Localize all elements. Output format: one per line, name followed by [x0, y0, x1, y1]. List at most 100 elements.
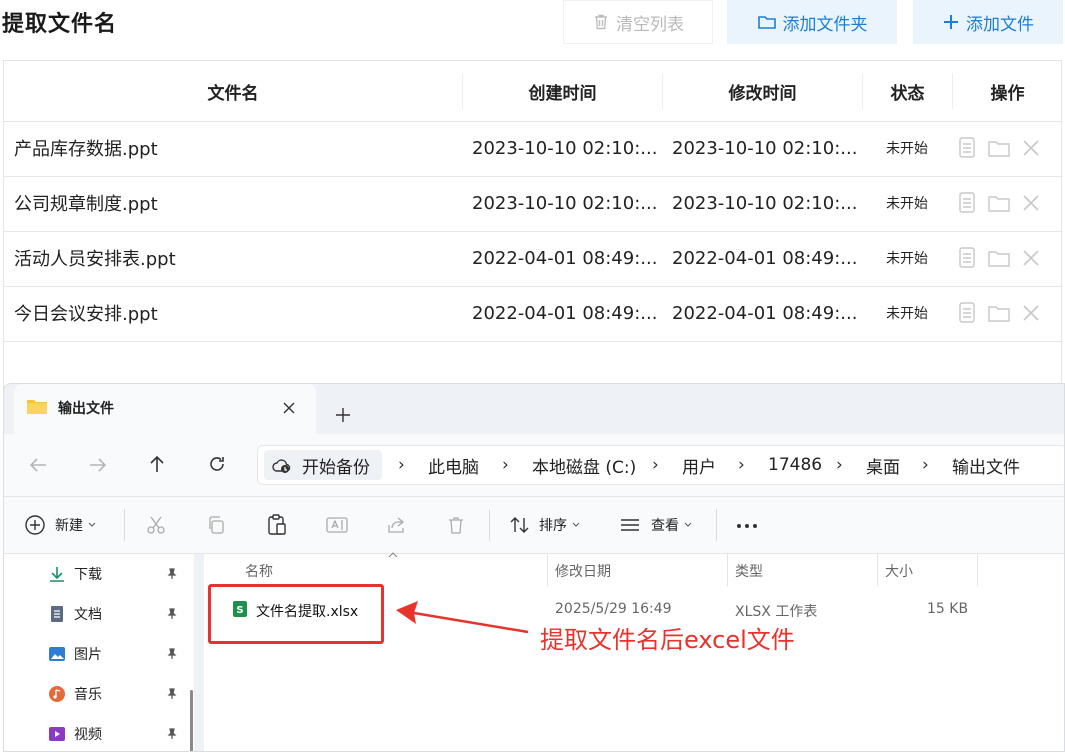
- sort-caret-icon: [388, 552, 398, 558]
- navigation-pane: 下载 文档 图片 音乐 视频: [4, 554, 194, 751]
- sidebar-scrollbar[interactable]: [190, 690, 193, 751]
- sidebar-item-documents[interactable]: 文档: [48, 602, 102, 626]
- close-icon[interactable]: [1021, 303, 1041, 323]
- trash-icon: [595, 14, 607, 30]
- close-icon[interactable]: [1021, 138, 1041, 158]
- row-actions: [957, 231, 1041, 285]
- pin-icon[interactable]: [166, 648, 178, 660]
- pin-icon[interactable]: [166, 728, 178, 740]
- delete-icon[interactable]: [446, 515, 466, 535]
- sidebar-item-label: 文档: [74, 607, 102, 623]
- toolbar-divider: [716, 509, 717, 541]
- close-icon[interactable]: [282, 401, 296, 415]
- forward-arrow-icon[interactable]: [88, 456, 108, 474]
- music-icon: [49, 686, 65, 702]
- breadcrumb-item[interactable]: 输出文件: [952, 446, 1020, 484]
- sidebar-item-pictures[interactable]: 图片: [48, 642, 102, 666]
- document-icon[interactable]: [957, 302, 977, 324]
- new-tab-icon[interactable]: [336, 408, 350, 422]
- sort-button[interactable]: 排序: [510, 497, 580, 553]
- chevron-right-icon: ›: [738, 455, 745, 475]
- document-icon[interactable]: [957, 247, 977, 269]
- add-folder-label: 添加文件夹: [782, 14, 868, 35]
- paste-icon[interactable]: [266, 513, 288, 537]
- annotation-arrow: [396, 601, 529, 634]
- document-icon[interactable]: [957, 192, 977, 214]
- refresh-icon[interactable]: [208, 455, 226, 473]
- file-name-cell: 活动人员安排表.ppt: [14, 249, 176, 270]
- column-divider: [977, 554, 978, 586]
- breadcrumb-item[interactable]: 此电脑: [428, 446, 479, 484]
- col-header-ops: 操作: [952, 73, 1062, 109]
- table-row[interactable]: 公司规章制度.ppt 2023-10-10 02:10:... 2023-10-10…: [4, 176, 1061, 232]
- file-name-cell: 公司规章制度.ppt: [14, 194, 158, 215]
- pin-icon[interactable]: [166, 688, 178, 700]
- folder-icon: [757, 16, 776, 29]
- column-header-name[interactable]: 名称: [245, 560, 273, 582]
- add-folder-button[interactable]: 添加文件夹: [727, 0, 897, 44]
- document-icon[interactable]: [957, 137, 977, 159]
- col-header-name: 文件名: [207, 83, 259, 104]
- file-name-cell: 产品库存数据.ppt: [14, 139, 158, 160]
- table-header: 文件名 创建时间 修改时间 状态 操作: [4, 61, 1061, 122]
- column-header-size[interactable]: 大小: [885, 560, 913, 582]
- sidebar-item-music[interactable]: 音乐: [48, 682, 102, 706]
- close-icon[interactable]: [1021, 248, 1041, 268]
- folder-icon[interactable]: [987, 138, 1011, 158]
- rename-icon[interactable]: [326, 515, 348, 535]
- pin-icon[interactable]: [166, 568, 178, 580]
- clear-list-button[interactable]: 清空列表: [563, 0, 713, 44]
- chevron-right-icon: ›: [922, 455, 929, 475]
- back-arrow-icon[interactable]: [28, 456, 48, 474]
- file-explorer-window: 输出文件 开始备份 › 此电脑 › 本地磁盘 (C:) › 用户 › 17486 › 桌面 › 输出文件…: [3, 383, 1065, 752]
- close-icon[interactable]: [1021, 193, 1041, 213]
- status-cell: 未开始: [886, 251, 928, 267]
- highlight-box: [208, 584, 384, 644]
- created-time-cell: 2022-04-01 08:49:...: [472, 247, 658, 269]
- new-button[interactable]: 新建: [24, 497, 96, 553]
- pin-icon[interactable]: [166, 608, 178, 620]
- add-file-label: 添加文件: [966, 14, 1034, 35]
- table-row[interactable]: 活动人员安排表.ppt 2022-04-01 08:49:... 2022-04-0…: [4, 231, 1061, 287]
- copy-icon[interactable]: [206, 515, 226, 535]
- view-button[interactable]: 查看: [620, 497, 692, 553]
- file-table: 文件名 创建时间 修改时间 状态 操作 产品库存数据.ppt 2023-10-10…: [3, 60, 1062, 390]
- sort-icon: [510, 517, 529, 533]
- breadcrumb-item[interactable]: 桌面: [866, 446, 900, 484]
- up-arrow-icon[interactable]: [148, 454, 166, 474]
- sidebar-item-label: 视频: [74, 727, 102, 743]
- address-bar[interactable]: 开始备份 › 此电脑 › 本地磁盘 (C:) › 用户 › 17486 › 桌面 › 输出文件: [257, 445, 1064, 485]
- modified-time-cell: 2023-10-10 02:10:...: [672, 192, 858, 214]
- breadcrumb-item[interactable]: 用户: [682, 446, 716, 484]
- cut-icon[interactable]: [146, 515, 166, 535]
- add-file-button[interactable]: 添加文件: [913, 0, 1063, 44]
- sidebar-item-downloads[interactable]: 下载: [48, 562, 102, 586]
- column-header-type[interactable]: 类型: [735, 560, 763, 582]
- more-options-icon[interactable]: [736, 523, 758, 529]
- download-icon: [50, 567, 64, 582]
- breadcrumb-item[interactable]: 17486: [768, 446, 822, 484]
- chevron-down-icon: [684, 522, 692, 527]
- modified-time-cell: 2022-04-01 08:49:...: [672, 302, 858, 324]
- table-row[interactable]: 产品库存数据.ppt 2023-10-10 02:10:... 2023-10-10…: [4, 121, 1061, 177]
- col-header-status: 状态: [862, 73, 952, 109]
- share-icon[interactable]: [386, 515, 406, 535]
- view-lines-icon: [621, 519, 639, 531]
- sidebar-item-label: 图片: [74, 647, 102, 663]
- breadcrumb-item[interactable]: 本地磁盘 (C:): [532, 446, 636, 484]
- sidebar-item-videos[interactable]: 视频: [48, 722, 102, 746]
- breadcrumb-backup[interactable]: 开始备份: [302, 446, 370, 484]
- row-actions: [957, 286, 1041, 340]
- folder-icon[interactable]: [987, 193, 1011, 213]
- row-actions: [957, 176, 1041, 230]
- command-toolbar: 新建 排序 查看: [4, 496, 1064, 554]
- table-row[interactable]: 今日会议安排.ppt 2022-04-01 08:49:... 2022-04-01…: [4, 286, 1061, 342]
- tab-output-folder[interactable]: 输出文件: [14, 384, 316, 434]
- folder-icon[interactable]: [987, 248, 1011, 268]
- document-icon: [51, 606, 63, 622]
- column-header-modified[interactable]: 修改日期: [555, 560, 611, 582]
- chevron-down-icon: [88, 522, 96, 527]
- sidebar-item-label: 下载: [74, 567, 102, 583]
- status-cell: 未开始: [886, 306, 928, 322]
- folder-icon[interactable]: [987, 303, 1011, 323]
